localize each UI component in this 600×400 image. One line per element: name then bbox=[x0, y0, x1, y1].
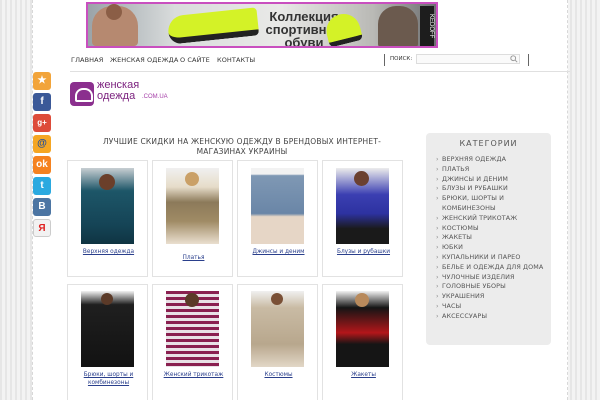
search-label: ПОИСК: bbox=[390, 56, 413, 62]
nav-womens-clothing[interactable]: ЖЕНСКАЯ ОДЕЖДА bbox=[110, 56, 178, 64]
categories-sidebar: КАТЕГОРИИ ВЕРХНЯЯ ОДЕЖДА ПЛАТЬЯ ДЖИНСЫ И… bbox=[426, 133, 551, 345]
ad-banner[interactable]: Коллекция спортивной обуви KEDOFF bbox=[86, 2, 438, 48]
product-card-dresses[interactable]: Платья bbox=[152, 160, 233, 277]
nav-contacts[interactable]: КОНТАКТЫ bbox=[217, 56, 255, 64]
category-skirts[interactable]: ЮБКИ bbox=[436, 243, 548, 253]
product-card-outerwear[interactable]: Верхняя одежда bbox=[67, 160, 148, 277]
banner-brand: KEDOFF bbox=[420, 6, 434, 46]
category-outerwear[interactable]: ВЕРХНЯЯ ОДЕЖДА bbox=[436, 155, 548, 165]
product-caption[interactable]: Брюки, шорты и комбинезоны bbox=[70, 372, 147, 387]
category-suits[interactable]: КОСТЮМЫ bbox=[436, 224, 548, 234]
product-card-blouses[interactable]: Блузы и рубашки bbox=[322, 160, 403, 277]
product-caption[interactable]: Верхняя одежда bbox=[70, 249, 147, 257]
yandex-icon[interactable]: Я bbox=[33, 219, 51, 237]
search-icon[interactable] bbox=[510, 55, 518, 63]
product-card-suits[interactable]: Костюмы bbox=[237, 284, 318, 400]
logo-domain: .COM.UA bbox=[142, 94, 168, 100]
site-logo[interactable]: женская одежда .COM.UA bbox=[70, 80, 180, 110]
nav-divider-right bbox=[528, 54, 529, 66]
odnoklassniki-icon[interactable]: ok bbox=[33, 156, 51, 174]
category-watches[interactable]: ЧАСЫ bbox=[436, 302, 548, 312]
product-caption[interactable]: Блузы и рубашки bbox=[325, 249, 402, 257]
category-lingerie[interactable]: БЕЛЬЕ И ОДЕЖДА ДЛЯ ДОМА bbox=[436, 263, 548, 273]
product-card-jeans[interactable]: Джинсы и деним bbox=[237, 160, 318, 277]
category-list: ВЕРХНЯЯ ОДЕЖДА ПЛАТЬЯ ДЖИНСЫ И ДЕНИМ БЛУ… bbox=[436, 155, 548, 322]
category-hosiery[interactable]: ЧУЛОЧНЫЕ ИЗДЕЛИЯ bbox=[436, 273, 548, 283]
product-image[interactable] bbox=[166, 168, 219, 244]
athlete-image-2 bbox=[378, 6, 418, 46]
twitter-icon[interactable]: t bbox=[33, 177, 51, 195]
category-knitwear[interactable]: ЖЕНСКИЙ ТРИКОТАЖ bbox=[436, 214, 548, 224]
athlete-image bbox=[92, 4, 138, 46]
vkontakte-icon[interactable]: B bbox=[33, 198, 51, 216]
nav-home[interactable]: ГЛАВНАЯ bbox=[71, 56, 103, 64]
mail-ru-icon[interactable]: @ bbox=[33, 135, 51, 153]
google-plus-icon[interactable]: g+ bbox=[33, 114, 51, 132]
facebook-icon[interactable]: f bbox=[33, 93, 51, 111]
category-accessories[interactable]: АКСЕССУАРЫ bbox=[436, 312, 548, 322]
product-caption[interactable]: Платья bbox=[155, 255, 232, 263]
category-headwear[interactable]: ГОЛОВНЫЕ УБОРЫ bbox=[436, 282, 548, 292]
sidebar-title: КАТЕГОРИИ bbox=[459, 139, 518, 148]
page-title: ЛУЧШИЕ СКИДКИ НА ЖЕНСКУЮ ОДЕЖДУ В БРЕНДО… bbox=[102, 137, 382, 156]
category-pants[interactable]: БРЮКИ, ШОРТЫ И КОМБИНЕЗОНЫ bbox=[436, 194, 548, 214]
product-image[interactable] bbox=[336, 168, 389, 244]
logo-text: женская одежда bbox=[97, 80, 139, 102]
product-card-knitwear[interactable]: Женский трикотаж bbox=[152, 284, 233, 400]
product-caption[interactable]: Женский трикотаж bbox=[155, 372, 232, 380]
product-image[interactable] bbox=[336, 291, 389, 367]
product-caption[interactable]: Джинсы и деним bbox=[240, 249, 317, 257]
category-jewelry[interactable]: УКРАШЕНИЯ bbox=[436, 292, 548, 302]
logo-icon bbox=[70, 82, 94, 106]
product-caption[interactable]: Костюмы bbox=[240, 372, 317, 380]
product-image[interactable] bbox=[251, 291, 304, 367]
product-image[interactable] bbox=[251, 168, 304, 244]
product-card-jackets[interactable]: Жакеты bbox=[322, 284, 403, 400]
product-image[interactable] bbox=[166, 291, 219, 367]
product-grid: Верхняя одежда Платья Джинсы и деним Блу… bbox=[67, 160, 405, 400]
nav-about[interactable]: О САЙТЕ bbox=[180, 56, 210, 64]
product-caption[interactable]: Жакеты bbox=[325, 372, 402, 380]
category-jeans[interactable]: ДЖИНСЫ И ДЕНИМ bbox=[436, 175, 548, 185]
nav-divider bbox=[384, 54, 385, 66]
product-image[interactable] bbox=[81, 168, 134, 244]
product-image[interactable] bbox=[81, 291, 134, 367]
top-navigation: ГЛАВНАЯ ЖЕНСКАЯ ОДЕЖДА О САЙТЕ КОНТАКТЫ … bbox=[70, 54, 570, 72]
category-swimwear[interactable]: КУПАЛЬНИКИ И ПАРЕО bbox=[436, 253, 548, 263]
search-input[interactable] bbox=[416, 54, 520, 64]
sneaker-image bbox=[166, 7, 260, 45]
favorite-star-icon[interactable]: ★ bbox=[33, 72, 51, 90]
logo-line-2: одежда bbox=[97, 90, 136, 102]
category-jackets[interactable]: ЖАКЕТЫ bbox=[436, 233, 548, 243]
product-card-pants[interactable]: Брюки, шорты и комбинезоны bbox=[67, 284, 148, 400]
category-dresses[interactable]: ПЛАТЬЯ bbox=[436, 165, 548, 175]
category-blouses[interactable]: БЛУЗЫ И РУБАШКИ bbox=[436, 184, 548, 194]
